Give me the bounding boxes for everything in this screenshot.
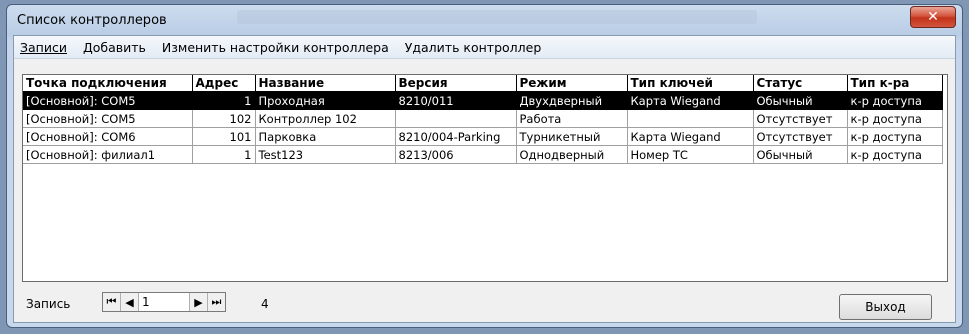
last-record-button[interactable]: ⏭ — [207, 293, 225, 311]
exit-button[interactable]: Выход — [839, 294, 932, 320]
controllers-window: Список контроллеров ✕ Записи Добавить Из… — [6, 4, 963, 328]
cell — [395, 109, 517, 128]
record-navigator: ⏮ ◀ ▶ ⏭ — [102, 292, 226, 312]
col-header-controller-type[interactable]: Тип к-ра — [847, 75, 943, 92]
cell: Номер ТС — [627, 145, 754, 164]
cell: Контроллер 102 — [255, 109, 396, 128]
col-header-connection[interactable]: Точка подключения — [23, 75, 193, 92]
table-row[interactable]: [Основной]: COM5 1 Проходная 8210/011 Дв… — [23, 91, 943, 110]
first-record-button[interactable]: ⏮ — [103, 293, 121, 311]
cell: к-р доступа — [847, 127, 943, 146]
record-label: Запись — [26, 297, 71, 311]
total-records: 4 — [261, 297, 269, 311]
cell: к-р доступа — [847, 91, 943, 110]
cell: Двухдверный — [516, 91, 628, 110]
menu-edit-controller[interactable]: Изменить настройки контроллера — [154, 40, 397, 55]
close-button[interactable]: ✕ — [910, 6, 956, 28]
cell: к-р доступа — [847, 145, 943, 164]
prev-record-icon: ◀ — [125, 295, 134, 309]
cell — [627, 109, 754, 128]
cell: Работа — [516, 109, 628, 128]
controllers-grid[interactable]: Точка подключения Адрес Название Версия … — [22, 74, 948, 282]
col-header-version[interactable]: Версия — [395, 75, 517, 92]
cell: Турникетный — [516, 127, 628, 146]
cell: Test123 — [255, 145, 396, 164]
menu-add[interactable]: Добавить — [75, 40, 154, 55]
cell: Отсутствует — [753, 109, 848, 128]
window-title: Список контроллеров — [17, 13, 167, 28]
cell: Обычный — [753, 145, 848, 164]
cell: Однодверный — [516, 145, 628, 164]
cell: 102 — [192, 109, 256, 128]
cell: 1 — [192, 145, 256, 164]
col-header-key-type[interactable]: Тип ключей — [627, 75, 754, 92]
prev-record-button[interactable]: ◀ — [121, 293, 139, 311]
cell: 8210/011 — [395, 91, 517, 110]
background-blur — [237, 10, 757, 24]
table-row[interactable]: [Основной]: COM6 101 Парковка 8210/004-P… — [23, 127, 943, 146]
table-row[interactable]: [Основной]: филиал1 1 Test123 8213/006 О… — [23, 145, 943, 164]
cell: Обычный — [753, 91, 848, 110]
cell: Отсутствует — [753, 127, 848, 146]
controllers-table: Точка подключения Адрес Название Версия … — [23, 75, 943, 164]
last-record-icon: ⏭ — [211, 295, 222, 308]
cell: Парковка — [255, 127, 396, 146]
cell: [Основной]: COM5 — [23, 91, 193, 110]
cell: [Основной]: филиал1 — [23, 145, 193, 164]
table-row[interactable]: [Основной]: COM5 102 Контроллер 102 Рабо… — [23, 109, 943, 128]
header-row: Точка подключения Адрес Название Версия … — [23, 75, 943, 92]
col-header-name[interactable]: Название — [255, 75, 396, 92]
cell: Карта Wiegand — [627, 91, 754, 110]
col-header-mode[interactable]: Режим — [516, 75, 628, 92]
cell: 1 — [192, 91, 256, 110]
col-header-address[interactable]: Адрес — [192, 75, 256, 92]
first-record-icon: ⏮ — [106, 295, 117, 308]
menu-records[interactable]: Записи — [14, 40, 75, 55]
cell: Карта Wiegand — [627, 127, 754, 146]
client-area: Записи Добавить Изменить настройки контр… — [13, 35, 956, 323]
cell: 8210/004-Parking — [395, 127, 517, 146]
menu-delete-controller[interactable]: Удалить контроллер — [397, 40, 550, 55]
next-record-button[interactable]: ▶ — [189, 293, 207, 311]
record-number-input[interactable] — [139, 293, 189, 311]
title-bar: Список контроллеров ✕ — [7, 5, 962, 35]
cell: Проходная — [255, 91, 396, 110]
next-record-icon: ▶ — [194, 295, 203, 309]
col-header-status[interactable]: Статус — [753, 75, 848, 92]
cell: 101 — [192, 127, 256, 146]
cell: к-р доступа — [847, 109, 943, 128]
menu-bar: Записи Добавить Изменить настройки контр… — [14, 36, 955, 59]
cell: 8213/006 — [395, 145, 517, 164]
close-icon: ✕ — [927, 9, 939, 25]
cell: [Основной]: COM5 — [23, 109, 193, 128]
cell: [Основной]: COM6 — [23, 127, 193, 146]
